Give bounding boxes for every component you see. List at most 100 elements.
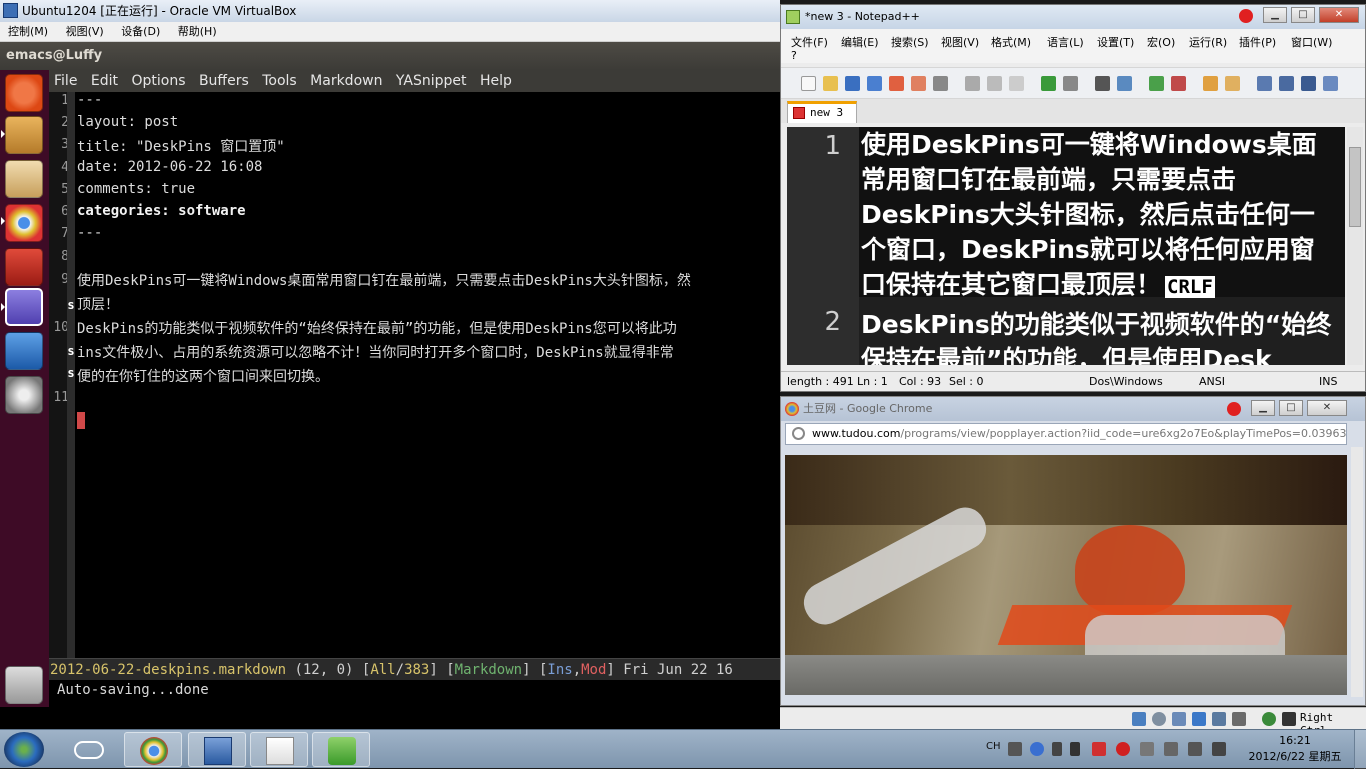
video-player[interactable] — [785, 455, 1347, 695]
ime-settings-icon[interactable] — [1052, 742, 1062, 756]
address-bar[interactable]: www.tudou.com/programs/view/popplayer.ac… — [785, 423, 1347, 445]
copy-icon[interactable] — [987, 76, 1002, 91]
npp-scrollbar[interactable] — [1347, 127, 1363, 365]
code-line: date: 2012-06-22 16:08 — [77, 159, 263, 175]
menu-edit[interactable]: Edit — [91, 73, 118, 89]
replace-icon[interactable] — [1117, 76, 1132, 91]
paste-icon[interactable] — [1009, 76, 1024, 91]
help-icon[interactable] — [1030, 742, 1044, 756]
close-button[interactable]: ✕ — [1319, 7, 1359, 23]
hdd-icon[interactable] — [1132, 712, 1146, 726]
taskbar-evernote[interactable] — [312, 732, 370, 767]
menu-help[interactable]: Help — [480, 73, 512, 89]
save-icon[interactable] — [845, 76, 860, 91]
minimize-button[interactable]: ▁ — [1251, 400, 1275, 416]
chrome-window: 土豆网 - Google Chrome ▁ □ ✕ www.tudou.com/… — [780, 396, 1366, 706]
redo-icon[interactable] — [1063, 76, 1078, 91]
fringe-continuation-mark: s — [67, 366, 75, 380]
npp-menu-language[interactable]: 语言(L) — [1047, 34, 1084, 50]
npp-menu-help[interactable]: ? — [791, 49, 797, 62]
menu-buffers[interactable]: Buffers — [199, 73, 249, 89]
trash-icon[interactable] — [5, 666, 43, 704]
dvd-icon[interactable] — [5, 376, 43, 414]
undo-icon[interactable] — [1041, 76, 1056, 91]
chrome-icon[interactable] — [5, 204, 43, 242]
deskpins-tray-icon[interactable] — [1092, 742, 1106, 756]
network-icon[interactable] — [1188, 742, 1202, 756]
npp-menu-window[interactable]: 窗口(W) — [1291, 34, 1332, 50]
cut-icon[interactable] — [965, 76, 980, 91]
close-button[interactable]: ✕ — [1307, 400, 1347, 416]
find-icon[interactable] — [1095, 76, 1110, 91]
vb-menu-help[interactable]: 帮助(H) — [178, 25, 217, 38]
macro-icon[interactable] — [1323, 76, 1338, 91]
language-indicator[interactable]: CH — [986, 741, 1001, 752]
sync-v-icon[interactable] — [1203, 76, 1218, 91]
npp-menu-settings[interactable]: 设置(T) — [1097, 34, 1134, 50]
taskbar-virtualbox[interactable] — [188, 732, 246, 767]
wrap-icon[interactable] — [1257, 76, 1272, 91]
maximize-button[interactable]: □ — [1279, 400, 1303, 416]
emacs-icon[interactable] — [5, 288, 43, 326]
show-all-chars-icon[interactable] — [1279, 76, 1294, 91]
deskpin-icon[interactable] — [1227, 402, 1241, 416]
menu-file[interactable]: File — [54, 73, 77, 89]
shared-folder-icon[interactable] — [1192, 712, 1206, 726]
start-button[interactable] — [4, 732, 44, 767]
taskbar-notepadpp[interactable] — [250, 732, 308, 767]
save-all-icon[interactable] — [867, 76, 882, 91]
qq-icon[interactable] — [1116, 742, 1130, 756]
dictionary-icon[interactable] — [5, 160, 43, 198]
usb-icon[interactable] — [1172, 712, 1186, 726]
evernote-icon — [328, 737, 356, 765]
tab-new-3[interactable]: new 3 — [787, 101, 857, 123]
npp-menu-run[interactable]: 运行(R) — [1189, 34, 1227, 50]
files-icon[interactable] — [5, 116, 43, 154]
dash-home-icon[interactable] — [5, 74, 43, 112]
npp-menu-view[interactable]: 视图(V) — [941, 34, 979, 50]
menu-tools[interactable]: Tools — [262, 73, 297, 89]
cd-icon[interactable] — [1152, 712, 1166, 726]
taskbar-clock[interactable]: 16:21 2012/6/22 星期五 — [1240, 733, 1350, 765]
vb-menu-devices[interactable]: 设备(D) — [121, 25, 160, 38]
indent-guide-icon[interactable] — [1301, 76, 1316, 91]
deskpin-icon[interactable] — [1239, 9, 1253, 23]
new-file-icon[interactable] — [801, 76, 816, 91]
app-icon[interactable] — [5, 248, 43, 286]
chrome-scrollbar[interactable] — [1351, 447, 1363, 697]
vb-menu-view[interactable]: 视图(V) — [66, 25, 104, 38]
maximize-button[interactable]: □ — [1291, 7, 1315, 23]
network-icon[interactable] — [1212, 712, 1226, 726]
minimize-button[interactable]: ▁ — [1263, 7, 1287, 23]
npp-menu-format[interactable]: 格式(M) — [991, 34, 1031, 50]
close-file-icon[interactable] — [889, 76, 904, 91]
zoom-out-icon[interactable] — [1171, 76, 1186, 91]
show-hidden-icons[interactable] — [1070, 742, 1080, 756]
menu-yasnippet[interactable]: YASnippet — [396, 73, 467, 89]
workspace-switcher-icon[interactable] — [5, 332, 43, 370]
tray-device-icon[interactable] — [1164, 742, 1178, 756]
show-desktop-button[interactable] — [1354, 730, 1366, 769]
taskbar-chrome[interactable] — [124, 732, 182, 767]
tray-flag-icon[interactable] — [1140, 742, 1154, 756]
page-info-icon[interactable] — [792, 427, 805, 440]
taskbar-cloud-app[interactable] — [60, 732, 118, 767]
scroll-thumb[interactable] — [1349, 147, 1361, 227]
line-number: 5 — [61, 182, 69, 197]
display-icon[interactable] — [1232, 712, 1246, 726]
menu-options[interactable]: Options — [131, 73, 185, 89]
npp-menu-edit[interactable]: 编辑(E) — [841, 34, 879, 50]
print-icon[interactable] — [933, 76, 948, 91]
vb-menu-control[interactable]: 控制(M) — [8, 25, 48, 38]
npp-menu-macro[interactable]: 宏(O) — [1147, 34, 1175, 50]
close-all-icon[interactable] — [911, 76, 926, 91]
menu-markdown[interactable]: Markdown — [310, 73, 382, 89]
npp-menu-search[interactable]: 搜索(S) — [891, 34, 929, 50]
npp-menu-file[interactable]: 文件(F) — [791, 34, 828, 50]
volume-icon[interactable] — [1212, 742, 1226, 756]
zoom-in-icon[interactable] — [1149, 76, 1164, 91]
sync-h-icon[interactable] — [1225, 76, 1240, 91]
npp-menu-plugins[interactable]: 插件(P) — [1239, 34, 1276, 50]
keyboard-icon[interactable] — [1008, 742, 1022, 756]
open-file-icon[interactable] — [823, 76, 838, 91]
